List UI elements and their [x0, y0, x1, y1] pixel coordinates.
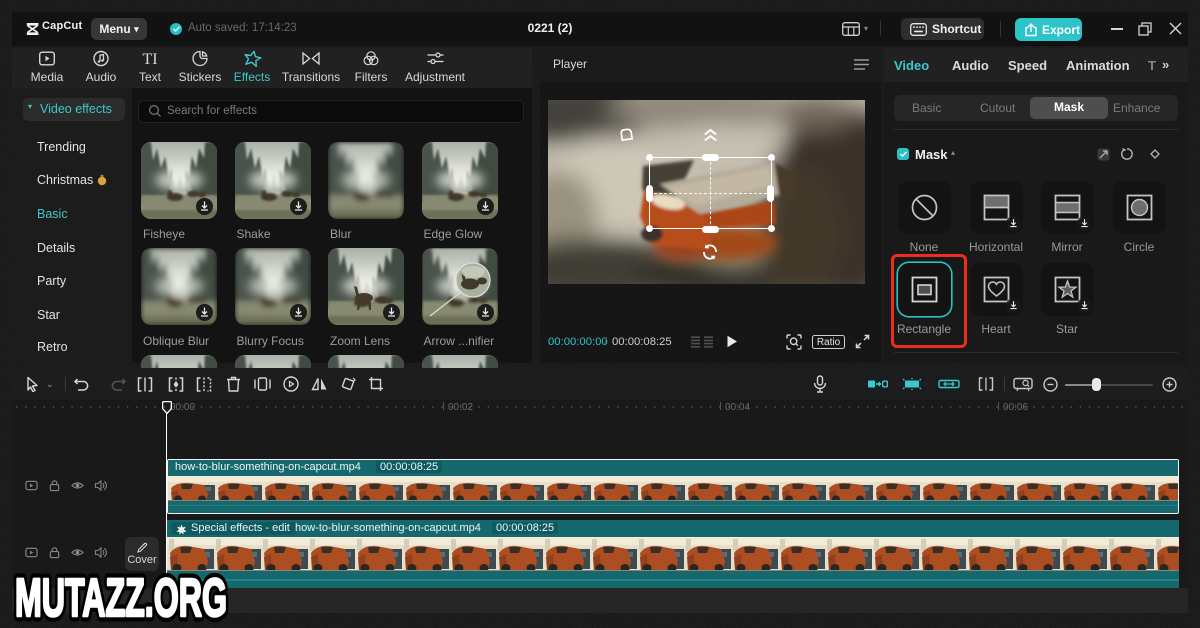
svg-text:MUTAZZ.ORG: MUTAZZ.ORG — [15, 568, 227, 628]
svg-text:TI: TI — [142, 51, 157, 67]
